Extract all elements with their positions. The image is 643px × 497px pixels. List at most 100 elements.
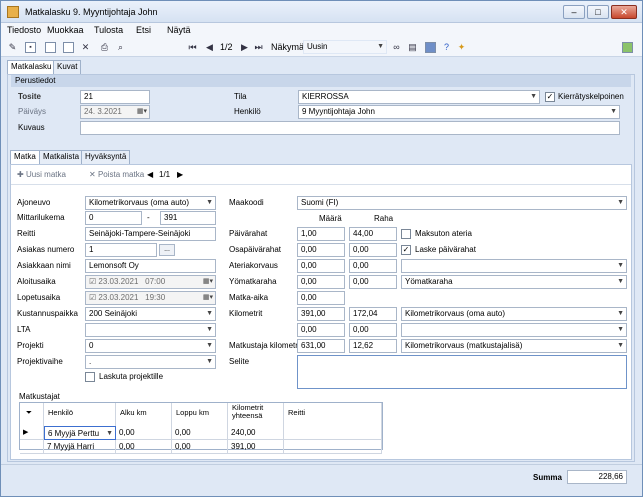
aloitusaika-field[interactable]: ☑ 23.03.2021 07:00 ▦▾: [85, 275, 216, 289]
binoculars-icon[interactable]: ⌕: [115, 42, 126, 53]
help-icon[interactable]: ?: [441, 42, 452, 53]
kilometrit-maara[interactable]: 391,00: [297, 307, 345, 321]
maksuton-label: Maksuton ateria: [415, 229, 472, 238]
refresh-icon[interactable]: [622, 42, 633, 53]
next-record-icon[interactable]: ▶: [239, 42, 250, 53]
asiakasnimi-field[interactable]: Lemonsoft Oy: [85, 259, 216, 273]
col-reitti[interactable]: Reitti: [284, 403, 382, 426]
ateriakorvaus-maara[interactable]: 0,00: [297, 259, 345, 273]
view-label: Näkymä: [271, 42, 305, 52]
kierratys-checkbox[interactable]: ✓: [545, 92, 555, 102]
kilometrit2-maara[interactable]: 0,00: [297, 323, 345, 337]
maximize-button[interactable]: □: [587, 5, 609, 19]
kuvaus-field[interactable]: [80, 121, 620, 135]
edit-icon[interactable]: ✎: [7, 42, 18, 53]
minimize-button[interactable]: –: [563, 5, 585, 19]
tab-matkalasku[interactable]: Matkalasku: [7, 60, 56, 75]
henkilo-select[interactable]: 9 Myyntijohtaja John ▼: [298, 105, 620, 119]
view-select[interactable]: Uusin ▼: [303, 40, 387, 54]
window-icon[interactable]: [425, 42, 436, 53]
projekti-select[interactable]: 0 ▼: [85, 339, 216, 353]
next-trip-icon[interactable]: ▶: [177, 170, 183, 179]
table-cell[interactable]: [284, 440, 382, 454]
kilometrit2-raha[interactable]: 0,00: [349, 323, 397, 337]
previous-record-icon[interactable]: ◀: [204, 42, 215, 53]
asiakas-browse-button[interactable]: ...: [159, 244, 175, 256]
poista-matka-button[interactable]: ✕ Poista matka: [89, 170, 144, 179]
previous-trip-icon[interactable]: ◀: [147, 170, 153, 179]
kilometrit-raha[interactable]: 172,04: [349, 307, 397, 321]
kilometrit-select[interactable]: Kilometrikorvaus (oma auto) ▼: [401, 307, 627, 321]
new-document-icon[interactable]: [45, 42, 56, 53]
menu-muokkaa[interactable]: Muokkaa: [47, 25, 84, 35]
uusi-matka-button[interactable]: ✚ Uusi matka: [17, 170, 66, 179]
tab-kuvat[interactable]: Kuvat: [53, 60, 82, 74]
yomatkaraha-select[interactable]: Yömatkaraha ▼: [401, 275, 627, 289]
lopetusaika-field[interactable]: ☑ 23.03.2021 19:30 ▦▾: [85, 291, 216, 305]
tab-matkalista[interactable]: Matkalista: [39, 150, 84, 164]
menu-nayta[interactable]: Näytä: [167, 25, 191, 35]
table-cell[interactable]: 0,00: [116, 440, 172, 454]
kustannuspaikka-select[interactable]: 200 Seinäjoki ▼: [85, 307, 216, 321]
maakoodi-select[interactable]: Suomi (FI) ▼: [297, 196, 627, 210]
projektivaihe-select[interactable]: . ▼: [85, 355, 216, 369]
yomatkaraha-maara[interactable]: 0,00: [297, 275, 345, 289]
last-record-icon[interactable]: ⏭: [253, 42, 264, 53]
col-alku-km[interactable]: Alku km: [116, 403, 172, 426]
matkustaja-km-select[interactable]: Kilometrikorvaus (matkustajalisä) ▼: [401, 339, 627, 353]
tila-select[interactable]: KIERROSSA ▼: [298, 90, 540, 104]
ateriakorvaus-select[interactable]: ▼: [401, 259, 627, 273]
col-loppu-km[interactable]: Loppu km: [172, 403, 228, 426]
matkustaja-km-label: Matkustaja kilometrit: [229, 341, 302, 350]
delete-icon[interactable]: ✕: [80, 42, 91, 53]
table-cell[interactable]: 240,00: [228, 426, 284, 440]
close-button[interactable]: ✕: [611, 5, 637, 19]
paivarahat-raha[interactable]: 44,00: [349, 227, 397, 241]
col-henkilo[interactable]: Henkilö: [44, 403, 116, 426]
menu-tulosta[interactable]: Tulosta: [94, 25, 123, 35]
table-cell[interactable]: 391,00: [228, 440, 284, 454]
tab-hyvaksynta[interactable]: Hyväksyntä: [81, 150, 131, 164]
bookmark-icon[interactable]: ▤: [407, 42, 418, 53]
osapaivarahat-raha[interactable]: 0,00: [349, 243, 397, 257]
first-record-icon[interactable]: ⏮: [187, 42, 198, 53]
copy-icon[interactable]: [63, 42, 74, 53]
filter-icon[interactable]: ⏷: [20, 403, 44, 426]
reitti-field[interactable]: Seinäjoki-Tampere-Seinäjoki: [85, 227, 216, 241]
maakoodi-label: Maakoodi: [229, 198, 264, 207]
menu-tiedosto[interactable]: Tiedosto: [7, 25, 41, 35]
tosite-field[interactable]: 21: [80, 90, 150, 104]
table-row-henkilo[interactable]: 6 Myyjä Perttu ▼: [44, 426, 116, 440]
print-icon[interactable]: ⎙: [99, 42, 110, 53]
mittari-start-field[interactable]: 0: [85, 211, 142, 225]
main-toolbar: ✎ ▪ ✕ ⎙ ⌕ ⏮ ◀ 1/2 ▶ ⏭ Näkymä Uusin ▼ ∞ ▤…: [1, 38, 642, 57]
tab-matka[interactable]: Matka: [10, 150, 40, 165]
ateriakorvaus-raha[interactable]: 0,00: [349, 259, 397, 273]
ajoneuvo-select[interactable]: Kilometrikorvaus (oma auto) ▼: [85, 196, 216, 210]
paivarahat-maara[interactable]: 1,00: [297, 227, 345, 241]
table-cell[interactable]: 0,00: [172, 426, 228, 440]
settings-icon[interactable]: ✦: [456, 42, 467, 53]
table-cell[interactable]: [284, 426, 382, 440]
mittari-end-field[interactable]: 391: [160, 211, 216, 225]
osapaivarahat-maara[interactable]: 0,00: [297, 243, 345, 257]
matka-aika-maara[interactable]: 0,00: [297, 291, 345, 305]
menu-etsi[interactable]: Etsi: [136, 25, 151, 35]
laskuta-checkbox[interactable]: [85, 372, 95, 382]
yomatkaraha-raha[interactable]: 0,00: [349, 275, 397, 289]
save-icon[interactable]: ▪: [25, 42, 36, 53]
col-kilometrit-yhteensa[interactable]: Kilometrit yhteensä: [228, 403, 284, 426]
table-cell[interactable]: 0,00: [116, 426, 172, 440]
link-icon[interactable]: ∞: [391, 42, 402, 53]
matkustaja-km-raha[interactable]: 12,62: [349, 339, 397, 353]
lta-select[interactable]: ▼: [85, 323, 216, 337]
asiakasnumero-field[interactable]: 1: [85, 243, 157, 257]
matkustaja-km-maara[interactable]: 631,00: [297, 339, 345, 353]
maksuton-checkbox[interactable]: [401, 229, 411, 239]
table-row-henkilo[interactable]: 7 Myyjä Harri: [44, 440, 116, 454]
selite-field[interactable]: [297, 355, 627, 389]
paivays-field[interactable]: 24. 3.2021 ▦▾: [80, 105, 150, 119]
laske-checkbox[interactable]: ✓: [401, 245, 411, 255]
kilometrit2-select[interactable]: ▼: [401, 323, 627, 337]
table-cell[interactable]: 0,00: [172, 440, 228, 454]
